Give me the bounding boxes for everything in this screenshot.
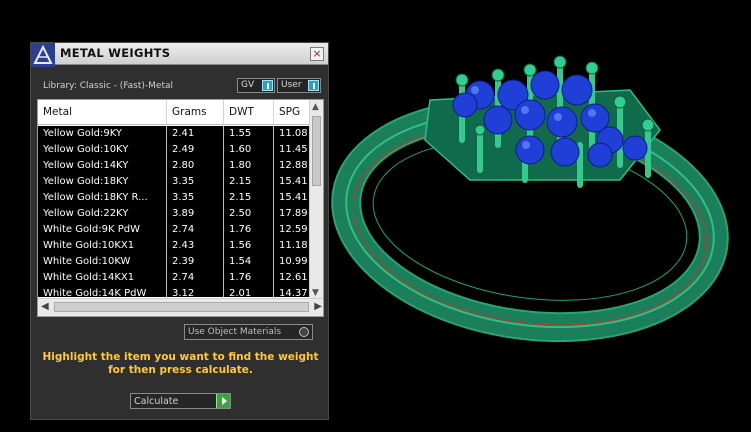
table-row[interactable]: White Gold:10KW 2.39 1.54 10.99	[38, 254, 310, 270]
dwt-cell: 1.55	[224, 126, 274, 142]
scroll-up-icon[interactable]: ▲	[312, 102, 319, 112]
spg-cell: 11.45	[274, 142, 310, 158]
column-header-spg[interactable]: SPG	[274, 100, 310, 125]
grams-cell: 3.35	[167, 174, 224, 190]
metal-cell: White Gold:9K PdW	[38, 222, 167, 238]
vertical-scrollbar[interactable]: ▲ ▼	[309, 100, 323, 300]
metal-cell: Yellow Gold:18KY R...	[38, 190, 167, 206]
radio-button-icon[interactable]	[299, 327, 309, 337]
metal-cell: White Gold:14K PdW	[38, 286, 167, 297]
instruction-line-2: for then press calculate.	[108, 364, 253, 376]
grams-cell: 2.80	[167, 158, 224, 174]
spg-cell: 12.59	[274, 222, 310, 238]
horizontal-scrollbar[interactable]: ◀ ▶	[38, 298, 323, 316]
table-row[interactable]: Yellow Gold:18KY R... 3.35 2.15 15.41	[38, 190, 310, 206]
library-label: Library: Classic - (Fast)-Metal	[43, 81, 174, 91]
toggle-switch-icon	[262, 80, 273, 91]
metal-cell: White Gold:14KX1	[38, 270, 167, 286]
spg-cell: 12.88	[274, 158, 310, 174]
panel-titlebar[interactable]: METAL WEIGHTS ×	[31, 43, 328, 67]
table-row[interactable]: Yellow Gold:10KY 2.49 1.60 11.45	[38, 142, 310, 158]
metal-cell: Yellow Gold:18KY	[38, 174, 167, 190]
user-toggle-label: User	[281, 80, 302, 90]
spg-cell: 11.18	[274, 238, 310, 254]
use-object-materials-label: Use Object Materials	[188, 327, 282, 337]
dwt-cell: 2.15	[224, 174, 274, 190]
table-header: Metal Grams DWT SPG	[38, 100, 310, 125]
table-row[interactable]: Yellow Gold:18KY 3.35 2.15 15.41	[38, 174, 310, 190]
instruction-text: Highlight the item you want to find the …	[41, 351, 320, 377]
table-row[interactable]: White Gold:14KX1 2.74 1.76 12.61	[38, 270, 310, 286]
spg-cell: 15.41	[274, 174, 310, 190]
spg-cell: 10.99	[274, 254, 310, 270]
dwt-cell: 1.76	[224, 270, 274, 286]
table-row[interactable]: Yellow Gold:14KY 2.80 1.80 12.88	[38, 158, 310, 174]
spg-cell: 17.89	[274, 206, 310, 222]
column-header-dwt[interactable]: DWT	[224, 100, 274, 125]
gv-toggle[interactable]: GV	[237, 78, 275, 93]
metal-cell: Yellow Gold:10KY	[38, 142, 167, 158]
column-header-metal[interactable]: Metal	[38, 100, 167, 125]
grams-cell: 2.39	[167, 254, 224, 270]
table-row[interactable]: Yellow Gold:9KY 2.41 1.55 11.08	[38, 126, 310, 142]
scroll-left-icon[interactable]: ◀	[41, 301, 49, 312]
matrix-logo-icon	[31, 43, 55, 67]
dwt-cell: 2.50	[224, 206, 274, 222]
panel-title: METAL WEIGHTS	[60, 46, 171, 60]
dwt-cell: 1.54	[224, 254, 274, 270]
dwt-cell: 1.76	[224, 222, 274, 238]
use-object-materials-option[interactable]: Use Object Materials	[184, 324, 313, 340]
dwt-cell: 1.56	[224, 238, 274, 254]
grams-cell: 3.89	[167, 206, 224, 222]
scroll-down-icon[interactable]: ▼	[312, 288, 319, 298]
table-row[interactable]: White Gold:10KX1 2.43 1.56 11.18	[38, 238, 310, 254]
table-row[interactable]: Yellow Gold:22KY 3.89 2.50 17.89	[38, 206, 310, 222]
spg-cell: 14.37	[274, 286, 310, 297]
user-toggle[interactable]: User	[277, 78, 321, 93]
dwt-cell: 2.15	[224, 190, 274, 206]
spg-cell: 15.41	[274, 190, 310, 206]
column-header-grams[interactable]: Grams	[167, 100, 224, 125]
vertical-scroll-thumb[interactable]	[312, 116, 321, 186]
dwt-cell: 1.60	[224, 142, 274, 158]
dwt-cell: 1.80	[224, 158, 274, 174]
grams-cell: 2.74	[167, 270, 224, 286]
metal-cell: White Gold:10KW	[38, 254, 167, 270]
metal-cell: White Gold:10KX1	[38, 238, 167, 254]
gv-toggle-label: GV	[241, 80, 255, 90]
grams-cell: 2.41	[167, 126, 224, 142]
ring-3d-model	[331, 55, 729, 343]
metal-weights-table: Metal Grams DWT SPG Yellow Gold:9KY 2.41 1…	[37, 99, 324, 317]
toggle-switch-icon	[308, 80, 319, 91]
play-arrow-icon[interactable]	[216, 394, 230, 408]
grams-cell: 2.74	[167, 222, 224, 238]
instruction-line-1: Highlight the item you want to find the …	[42, 351, 319, 363]
grams-cell: 3.12	[167, 286, 224, 297]
grams-cell: 3.35	[167, 190, 224, 206]
dwt-cell: 2.01	[224, 286, 274, 297]
spg-cell: 11.08	[274, 126, 310, 142]
grams-cell: 2.43	[167, 238, 224, 254]
metal-cell: Yellow Gold:9KY	[38, 126, 167, 142]
calculate-button[interactable]: Calculate	[130, 393, 231, 409]
horizontal-scroll-thumb[interactable]	[54, 302, 309, 312]
grams-cell: 2.49	[167, 142, 224, 158]
calculate-label: Calculate	[134, 396, 179, 407]
metal-cell: Yellow Gold:14KY	[38, 158, 167, 174]
close-icon[interactable]: ×	[310, 47, 324, 61]
table-body: Yellow Gold:9KY 2.41 1.55 11.08 Yellow Gold:…	[38, 126, 310, 297]
spg-cell: 12.61	[274, 270, 310, 286]
metal-weights-panel: METAL WEIGHTS × Library: Classic - (Fast…	[30, 42, 329, 420]
table-row[interactable]: White Gold:14K PdW 3.12 2.01 14.37	[38, 286, 310, 297]
scroll-right-icon[interactable]: ▶	[314, 301, 322, 312]
table-row[interactable]: White Gold:9K PdW 2.74 1.76 12.59	[38, 222, 310, 238]
metal-cell: Yellow Gold:22KY	[38, 206, 167, 222]
